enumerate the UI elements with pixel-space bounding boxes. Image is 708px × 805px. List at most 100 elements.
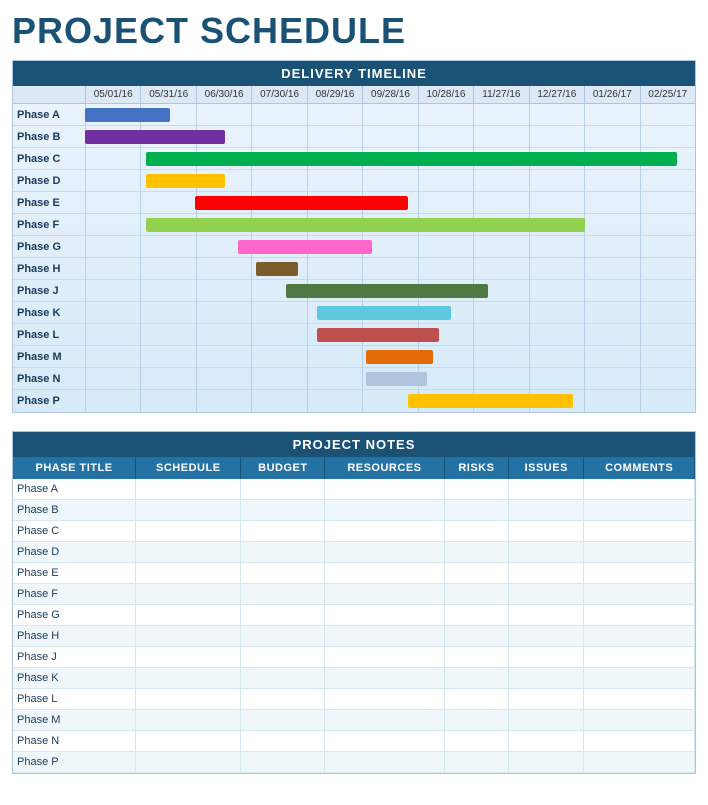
gantt-phase-label: Phase A	[13, 109, 85, 121]
notes-thead: PHASE TITLESCHEDULEBUDGETRESOURCESRISKSI…	[13, 457, 695, 479]
gantt-container: DELIVERY TIMELINE 05/01/1605/31/1606/30/…	[12, 60, 696, 413]
notes-cell: Phase C	[13, 521, 136, 542]
gantt-phase-label: Phase G	[13, 241, 85, 253]
notes-cell	[509, 626, 584, 647]
notes-cell	[136, 626, 241, 647]
notes-cell	[584, 542, 695, 563]
notes-cell	[584, 479, 695, 500]
notes-cell	[136, 668, 241, 689]
notes-cell	[241, 710, 325, 731]
gantt-date-label: 07/30/16	[251, 86, 306, 103]
notes-cell	[325, 542, 444, 563]
notes-cell	[241, 479, 325, 500]
gantt-bars-area	[85, 126, 695, 148]
gantt-phase-label: Phase C	[13, 153, 85, 165]
notes-cell	[584, 626, 695, 647]
notes-cell	[509, 584, 584, 605]
notes-cell	[325, 668, 444, 689]
notes-cell	[241, 605, 325, 626]
notes-cell	[241, 584, 325, 605]
notes-cell: Phase K	[13, 668, 136, 689]
notes-cell: Phase G	[13, 605, 136, 626]
gantt-bar	[85, 130, 225, 144]
notes-cell	[325, 479, 444, 500]
notes-cell	[444, 689, 509, 710]
notes-col-header: PHASE TITLE	[13, 457, 136, 479]
notes-cell	[241, 626, 325, 647]
notes-cell	[136, 521, 241, 542]
notes-cell	[584, 689, 695, 710]
notes-cell	[509, 500, 584, 521]
gantt-phase-label: Phase J	[13, 285, 85, 297]
notes-cell	[444, 668, 509, 689]
notes-cell	[241, 668, 325, 689]
gantt-header: 05/01/1605/31/1606/30/1607/30/1608/29/16…	[13, 86, 695, 104]
notes-cell	[509, 605, 584, 626]
notes-cell	[136, 542, 241, 563]
notes-cell	[444, 563, 509, 584]
notes-cell	[325, 689, 444, 710]
page-title: PROJECT SCHEDULE	[12, 10, 696, 52]
notes-cell	[136, 500, 241, 521]
notes-row: Phase N	[13, 731, 695, 752]
gantt-row: Phase E	[13, 192, 695, 214]
notes-cell: Phase P	[13, 752, 136, 773]
notes-cell	[136, 731, 241, 752]
gantt-phase-label: Phase L	[13, 329, 85, 341]
notes-cell	[325, 647, 444, 668]
gantt-bars-area	[85, 148, 695, 170]
notes-cell	[325, 584, 444, 605]
notes-cell	[584, 731, 695, 752]
gantt-row: Phase C	[13, 148, 695, 170]
notes-cell	[509, 542, 584, 563]
gantt-bar	[85, 108, 170, 122]
notes-col-header: RISKS	[444, 457, 509, 479]
notes-title: PROJECT NOTES	[13, 432, 695, 457]
gantt-row: Phase M	[13, 346, 695, 368]
gantt-date-label: 11/27/16	[473, 86, 528, 103]
gantt-phase-label: Phase F	[13, 219, 85, 231]
notes-col-header: COMMENTS	[584, 457, 695, 479]
notes-cell	[584, 500, 695, 521]
notes-cell	[241, 752, 325, 773]
notes-row: Phase A	[13, 479, 695, 500]
notes-row: Phase L	[13, 689, 695, 710]
gantt-row: Phase F	[13, 214, 695, 236]
notes-row: Phase M	[13, 710, 695, 731]
gantt-phase-label: Phase P	[13, 395, 85, 407]
notes-col-header: ISSUES	[509, 457, 584, 479]
notes-cell	[444, 500, 509, 521]
gantt-bars-area	[85, 324, 695, 346]
notes-cell: Phase E	[13, 563, 136, 584]
gantt-row: Phase H	[13, 258, 695, 280]
page: PROJECT SCHEDULE DELIVERY TIMELINE 05/01…	[0, 0, 708, 784]
notes-cell	[241, 563, 325, 584]
gantt-row: Phase N	[13, 368, 695, 390]
notes-cell	[509, 647, 584, 668]
gantt-bar	[366, 372, 427, 386]
notes-cell	[444, 731, 509, 752]
gantt-row: Phase K	[13, 302, 695, 324]
gantt-body: Phase APhase BPhase CPhase DPhase EPhase…	[13, 104, 695, 412]
notes-cell	[444, 584, 509, 605]
gantt-phase-label: Phase E	[13, 197, 85, 209]
notes-cell	[584, 563, 695, 584]
notes-cell	[241, 542, 325, 563]
notes-row: Phase B	[13, 500, 695, 521]
notes-col-header: SCHEDULE	[136, 457, 241, 479]
gantt-bars-area	[85, 390, 695, 412]
gantt-phase-label: Phase K	[13, 307, 85, 319]
gantt-bars-area	[85, 368, 695, 390]
notes-cell: Phase D	[13, 542, 136, 563]
gantt-bars-area	[85, 214, 695, 236]
notes-cell	[444, 521, 509, 542]
notes-cell: Phase B	[13, 500, 136, 521]
notes-cell: Phase A	[13, 479, 136, 500]
notes-cell	[444, 626, 509, 647]
notes-cell	[444, 542, 509, 563]
notes-cell	[584, 710, 695, 731]
notes-cell	[584, 605, 695, 626]
notes-row: Phase D	[13, 542, 695, 563]
notes-cell	[136, 689, 241, 710]
notes-cell	[136, 479, 241, 500]
